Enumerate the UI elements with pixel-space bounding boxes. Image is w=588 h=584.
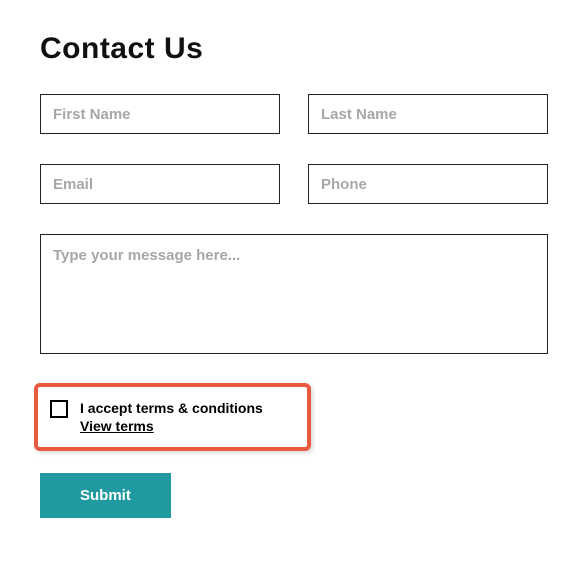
terms-highlight-box: I accept terms & conditions View terms [34, 383, 311, 451]
terms-label: I accept terms & conditions [80, 400, 263, 416]
message-field[interactable] [40, 234, 548, 354]
name-row [40, 94, 548, 134]
last-name-field[interactable] [308, 94, 548, 134]
view-terms-link[interactable]: View terms [80, 417, 154, 435]
phone-field[interactable] [308, 164, 548, 204]
page-title: Contact Us [40, 32, 548, 66]
terms-checkbox[interactable] [50, 400, 68, 418]
email-field[interactable] [40, 164, 280, 204]
first-name-field[interactable] [40, 94, 280, 134]
submit-button[interactable]: Submit [40, 473, 171, 518]
terms-text: I accept terms & conditions View terms [80, 399, 263, 435]
contact-row [40, 164, 548, 204]
